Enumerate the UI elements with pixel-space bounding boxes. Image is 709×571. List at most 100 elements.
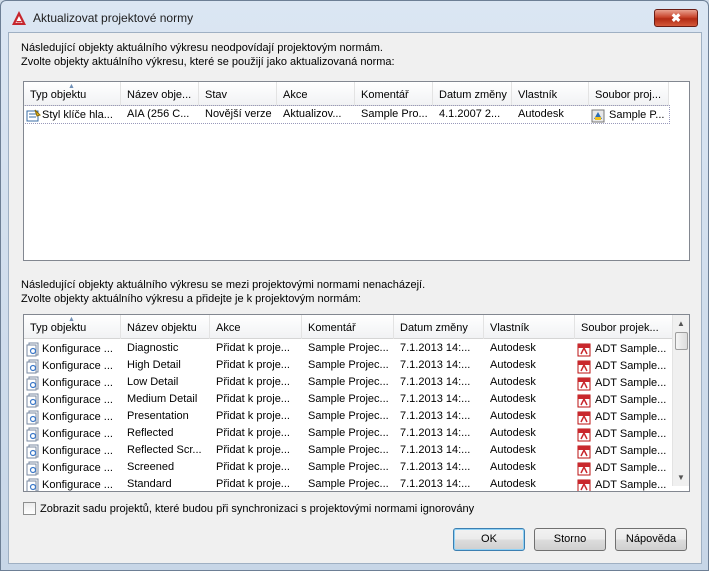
pdf-file-icon [577,343,591,356]
standards-file-icon [591,109,605,122]
display-config-icon [26,393,39,408]
object-owner: Autodesk [490,342,536,354]
column-header[interactable]: Název objektu [121,315,210,339]
table-row[interactable]: Konfigurace ... Low Detail Přidat k proje.… [24,374,673,391]
column-header[interactable]: ▲ Typ objektu [24,315,121,339]
object-action[interactable]: Přidat k proje... [216,359,290,371]
ok-button[interactable]: OK [453,528,525,551]
object-action[interactable]: Přidat k proje... [216,393,290,405]
object-action[interactable]: Aktualizov... [277,106,355,123]
dialog-body: Následující objekty aktuálního výkresu n… [8,32,702,564]
object-type: Konfigurace ... [42,462,113,474]
object-name: AIA (256 C... [127,108,190,120]
object-comment: Sample Projec... [308,461,389,473]
table-row[interactable]: Konfigurace ... Diagnostic Přidat k proje.… [24,340,673,357]
table-row[interactable]: Konfigurace ... Presentation Přidat k proj… [24,408,673,425]
object-action[interactable]: Přidat k proje... [216,427,290,439]
pdf-file-icon [577,445,591,458]
object-action[interactable]: Přidat k proje... [216,342,290,354]
object-type: Konfigurace ... [42,360,113,372]
vertical-scrollbar[interactable]: ▲ ▼ [672,315,689,486]
object-type: Konfigurace ... [42,428,113,440]
object-owner: Autodesk [490,393,536,405]
column-header[interactable]: Komentář [355,82,433,106]
column-header[interactable]: Vlastník [484,315,575,339]
help-button[interactable]: Nápověda [615,528,687,551]
bottom-instructions: Následující objekty aktuálního výkresu s… [21,278,425,306]
bottom-instruction-line2: Zvolte objekty aktuálního výkresu a přid… [21,293,361,305]
object-date: 7.1.2013 14:... [400,461,471,473]
object-type: Konfigurace ... [42,343,113,355]
column-header[interactable]: Soubor projek... [575,315,673,339]
bottom-table-header: ▲ Typ objektu Název objektu Akce Komentář… [24,315,673,339]
window-title: Aktualizovat projektové normy [33,11,194,25]
column-header[interactable]: Datum změny [394,315,484,339]
missing-objects-table: ▲ Typ objektu Název objektu Akce Komentář… [23,314,690,492]
scroll-down-icon[interactable]: ▼ [673,469,689,486]
object-date: 7.1.2013 14:... [400,376,471,388]
top-instruction-line1: Následující objekty aktuálního výkresu n… [21,42,383,54]
object-type: Konfigurace ... [42,479,113,491]
pdf-file-icon [577,479,591,491]
object-owner: Autodesk [490,461,536,473]
object-name: Presentation [127,410,189,422]
table-row[interactable]: Styl klíče hla... AIA (256 C... Novější … [24,105,670,124]
column-header[interactable]: Soubor proj... [589,82,669,106]
object-comment: Sample Projec... [308,393,389,405]
table-row[interactable]: Konfigurace ... Reflected Přidat k proje..… [24,425,673,442]
column-header[interactable]: Název obje... [121,82,199,106]
scroll-up-icon[interactable]: ▲ [673,315,689,332]
display-config-icon [26,410,39,425]
top-table-header: ▲ Typ objektu Název obje... Stav Akce Kom… [24,82,669,106]
pdf-file-icon [577,462,591,475]
column-header[interactable]: Komentář [302,315,394,339]
display-config-icon [26,376,39,391]
table-row[interactable]: Konfigurace ... Screened Přidat k proje...… [24,459,673,476]
object-name: High Detail [127,359,181,371]
object-action[interactable]: Přidat k proje... [216,410,290,422]
object-action[interactable]: Přidat k proje... [216,461,290,473]
autocad-logo-icon [12,11,26,25]
pdf-file-icon [577,428,591,441]
close-button[interactable]: ✖ [654,9,698,27]
table-row[interactable]: Konfigurace ... Standard Přidat k proje...… [24,476,673,491]
bottom-instruction-line1: Následující objekty aktuálního výkresu s… [21,279,426,291]
title-bar[interactable]: Aktualizovat projektové normy ✖ [1,1,708,33]
object-action[interactable]: Přidat k proje... [216,478,290,490]
object-comment: Sample Pro... [361,108,428,120]
object-type: Konfigurace ... [42,445,113,457]
column-header[interactable]: Stav [199,82,277,106]
column-header[interactable]: Vlastník [512,82,589,106]
object-status: Novější verze [205,108,272,120]
column-header[interactable]: ▲ Typ objektu [24,82,121,106]
cancel-button[interactable]: Storno [534,528,606,551]
object-owner: Autodesk [490,444,536,456]
display-config-icon [26,461,39,476]
column-header[interactable]: Datum změny [433,82,512,106]
dialog-window: Aktualizovat projektové normy ✖ Následuj… [0,0,709,571]
table-row[interactable]: Konfigurace ... Medium Detail Přidat k pro… [24,391,673,408]
object-file: ADT Sample... [595,360,667,372]
object-owner: Autodesk [490,359,536,371]
pdf-file-icon [577,377,591,390]
top-table-rows: Styl klíče hla... AIA (256 C... Novější … [24,105,670,124]
object-name: Diagnostic [127,342,179,354]
object-action[interactable]: Přidat k proje... [216,376,290,388]
pdf-file-icon [577,411,591,424]
object-name: Standard [127,478,172,490]
object-name: Medium Detail [127,393,198,405]
table-row[interactable]: Konfigurace ... Reflected Scr... Přidat k … [24,442,673,459]
object-date: 4.1.2007 2... [439,108,501,120]
column-header[interactable]: Akce [277,82,355,106]
object-action[interactable]: Přidat k proje... [216,444,290,456]
ignored-set-option[interactable]: Zobrazit sadu projektů, které budou při … [23,502,474,515]
table-row[interactable]: Konfigurace ... High Detail Přidat k proje… [24,357,673,374]
scroll-thumb[interactable] [675,332,688,350]
display-config-icon [26,478,39,491]
object-comment: Sample Projec... [308,342,389,354]
column-header[interactable]: Akce [210,315,302,339]
object-date: 7.1.2013 14:... [400,359,471,371]
object-file: ADT Sample... [595,394,667,406]
ignored-set-checkbox[interactable] [23,502,36,515]
sort-ascending-icon: ▲ [68,83,75,90]
